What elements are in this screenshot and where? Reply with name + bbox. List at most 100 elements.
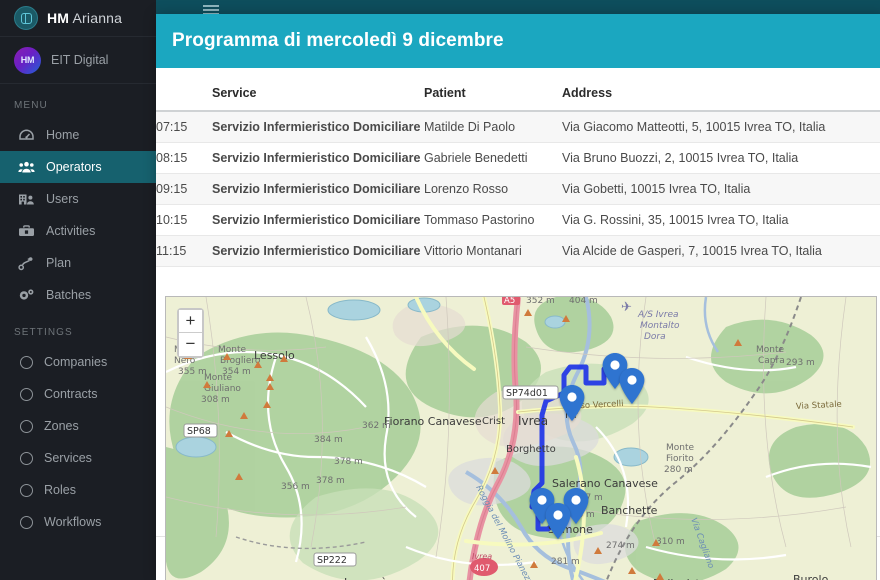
cell-address: Via Gobetti, 10015 Ivrea TO, Italia [562, 174, 880, 205]
svg-text:356 m: 356 m [281, 482, 310, 492]
table-row[interactable]: 07:15 Servizio Infermieristico Domicilia… [156, 111, 880, 143]
modal-header: Programma di mercoledì 9 dicembre [156, 14, 880, 68]
svg-text:Dora: Dora [644, 332, 666, 342]
table-row[interactable]: 10:15 Servizio Infermieristico Domicilia… [156, 205, 880, 236]
map-marker[interactable] [618, 367, 646, 405]
table-row[interactable]: 09:15 Servizio Infermieristico Domicilia… [156, 174, 880, 205]
svg-text:378 m: 378 m [334, 457, 363, 467]
sidebar-item-label: Roles [44, 483, 76, 497]
column-header-time [156, 68, 212, 111]
top-bar [156, 0, 880, 14]
sidebar-item-label: Batches [46, 288, 91, 302]
sidebar-item-label: Activities [46, 224, 95, 238]
cell-service: Servizio Infermieristico Domiciliare (SI… [212, 111, 424, 143]
organization-row[interactable]: HM EIT Digital [0, 37, 156, 84]
sidebar: HM Arianna HM EIT Digital MENU Home Oper… [0, 0, 156, 580]
sidebar-item-label: Services [44, 451, 92, 465]
cell-service: Servizio Infermieristico Domiciliare (SI… [212, 205, 424, 236]
circle-icon [20, 356, 33, 369]
svg-text:SP68: SP68 [187, 426, 211, 437]
svg-text:A5: A5 [504, 297, 515, 306]
cell-address: Via G. Rossini, 35, 10015 Ivrea TO, Ital… [562, 205, 880, 236]
sidebar-item-companies[interactable]: Companies [0, 346, 156, 378]
cell-time: 10:15 [156, 205, 212, 236]
sidebar-item-services[interactable]: Services [0, 442, 156, 474]
menu-section-label: MENU [0, 84, 156, 119]
svg-text:281 m: 281 m [551, 557, 580, 567]
cell-patient: Tommaso Pastorino [424, 205, 562, 236]
table-row[interactable]: 08:15 Servizio Infermieristico Domicilia… [156, 143, 880, 174]
cell-address: Via Bruno Buozzi, 2, 10015 Ivrea TO, Ita… [562, 143, 880, 174]
circle-icon [20, 516, 33, 529]
svg-text:Capra: Capra [758, 356, 785, 366]
sidebar-item-roles[interactable]: Roles [0, 474, 156, 506]
svg-text:407: 407 [474, 564, 490, 574]
modal-body: Service Patient Address 07:15 Servizio I… [156, 68, 880, 267]
map-marker[interactable] [544, 502, 572, 540]
svg-text:SP222: SP222 [317, 555, 347, 566]
svg-text:Loranzè: Loranzè [344, 576, 388, 580]
table-row[interactable]: 11:15 Servizio Infermieristico Domicilia… [156, 236, 880, 267]
cell-patient: Gabriele Benedetti [424, 143, 562, 174]
cell-time: 09:15 [156, 174, 212, 205]
sidebar-item-operators[interactable]: Operators [0, 151, 156, 183]
sidebar-item-plan[interactable]: Plan [0, 247, 156, 279]
svg-text:Monte: Monte [666, 443, 695, 453]
cell-service: Servizio Infermieristico Domiciliare (SI… [212, 236, 424, 267]
cell-time: 07:15 [156, 111, 212, 143]
route-icon [18, 256, 35, 271]
cell-service: Servizio Infermieristico Domiciliare (SI… [212, 143, 424, 174]
cell-service: Servizio Infermieristico Domiciliare (SI… [212, 174, 424, 205]
brand-rest: Arianna [69, 10, 122, 26]
svg-text:310 m: 310 m [656, 537, 685, 547]
brand-row[interactable]: HM Arianna [0, 0, 156, 37]
sidebar-item-label: Contracts [44, 387, 98, 401]
org-logo-icon: HM [14, 47, 41, 74]
svg-text:355 m: 355 m [178, 367, 207, 377]
svg-text:Monte: Monte [218, 345, 247, 355]
svg-text:280 m: 280 m [664, 465, 693, 475]
svg-text:Burolo: Burolo [793, 573, 829, 580]
sidebar-item-users[interactable]: Users [0, 183, 156, 215]
svg-text:Montalto: Montalto [640, 321, 680, 331]
route-map[interactable]: Lessolo Fiorano Canavese Salerano Canave… [165, 296, 877, 580]
sidebar-item-batches[interactable]: Batches [0, 279, 156, 311]
cell-time: 11:15 [156, 236, 212, 267]
zoom-out-button[interactable]: − [179, 333, 202, 356]
column-header-address: Address [562, 68, 880, 111]
map-marker[interactable] [558, 384, 586, 422]
svg-text:Ivrea: Ivrea [472, 552, 492, 561]
column-header-patient: Patient [424, 68, 562, 111]
sidebar-item-workflows[interactable]: Workflows [0, 506, 156, 538]
hamburger-icon[interactable] [203, 5, 219, 14]
sidebar-item-home[interactable]: Home [0, 119, 156, 151]
sidebar-item-label: Users [46, 192, 79, 206]
org-name-label: EIT Digital [51, 53, 108, 67]
svg-text:Crist: Crist [482, 416, 505, 427]
circle-icon [20, 420, 33, 433]
svg-text:✈: ✈ [621, 299, 632, 314]
map-zoom-control[interactable]: + − [177, 308, 204, 358]
zoom-in-button[interactable]: + [179, 310, 202, 333]
sidebar-item-activities[interactable]: Activities [0, 215, 156, 247]
speedometer-icon [18, 128, 35, 143]
circle-icon [20, 388, 33, 401]
map-canvas[interactable]: Lessolo Fiorano Canavese Salerano Canave… [166, 297, 876, 580]
cell-address: Via Alcide de Gasperi, 7, 10015 Ivrea TO… [562, 236, 880, 267]
page-title: Programma di mercoledì 9 dicembre [172, 30, 504, 52]
svg-text:Banchette: Banchette [601, 504, 658, 517]
svg-text:A/S Ivrea: A/S Ivrea [637, 310, 679, 320]
sidebar-item-label: Workflows [44, 515, 101, 529]
sidebar-item-contracts[interactable]: Contracts [0, 378, 156, 410]
map-labels: Lessolo Fiorano Canavese Salerano Canave… [166, 297, 876, 580]
app-root: HM Arianna HM EIT Digital MENU Home Oper… [0, 0, 880, 580]
toolbox-icon [18, 224, 35, 239]
settings-section-label: SETTINGS [0, 311, 156, 346]
svg-text:Borghetto: Borghetto [506, 444, 556, 455]
app-logo-icon [14, 6, 38, 30]
cell-address: Via Giacomo Matteotti, 5, 10015 Ivrea TO… [562, 111, 880, 143]
cell-patient: Vittorio Montanari [424, 236, 562, 267]
svg-text:404 m: 404 m [569, 297, 598, 306]
sidebar-item-zones[interactable]: Zones [0, 410, 156, 442]
svg-text:384 m: 384 m [314, 435, 343, 445]
